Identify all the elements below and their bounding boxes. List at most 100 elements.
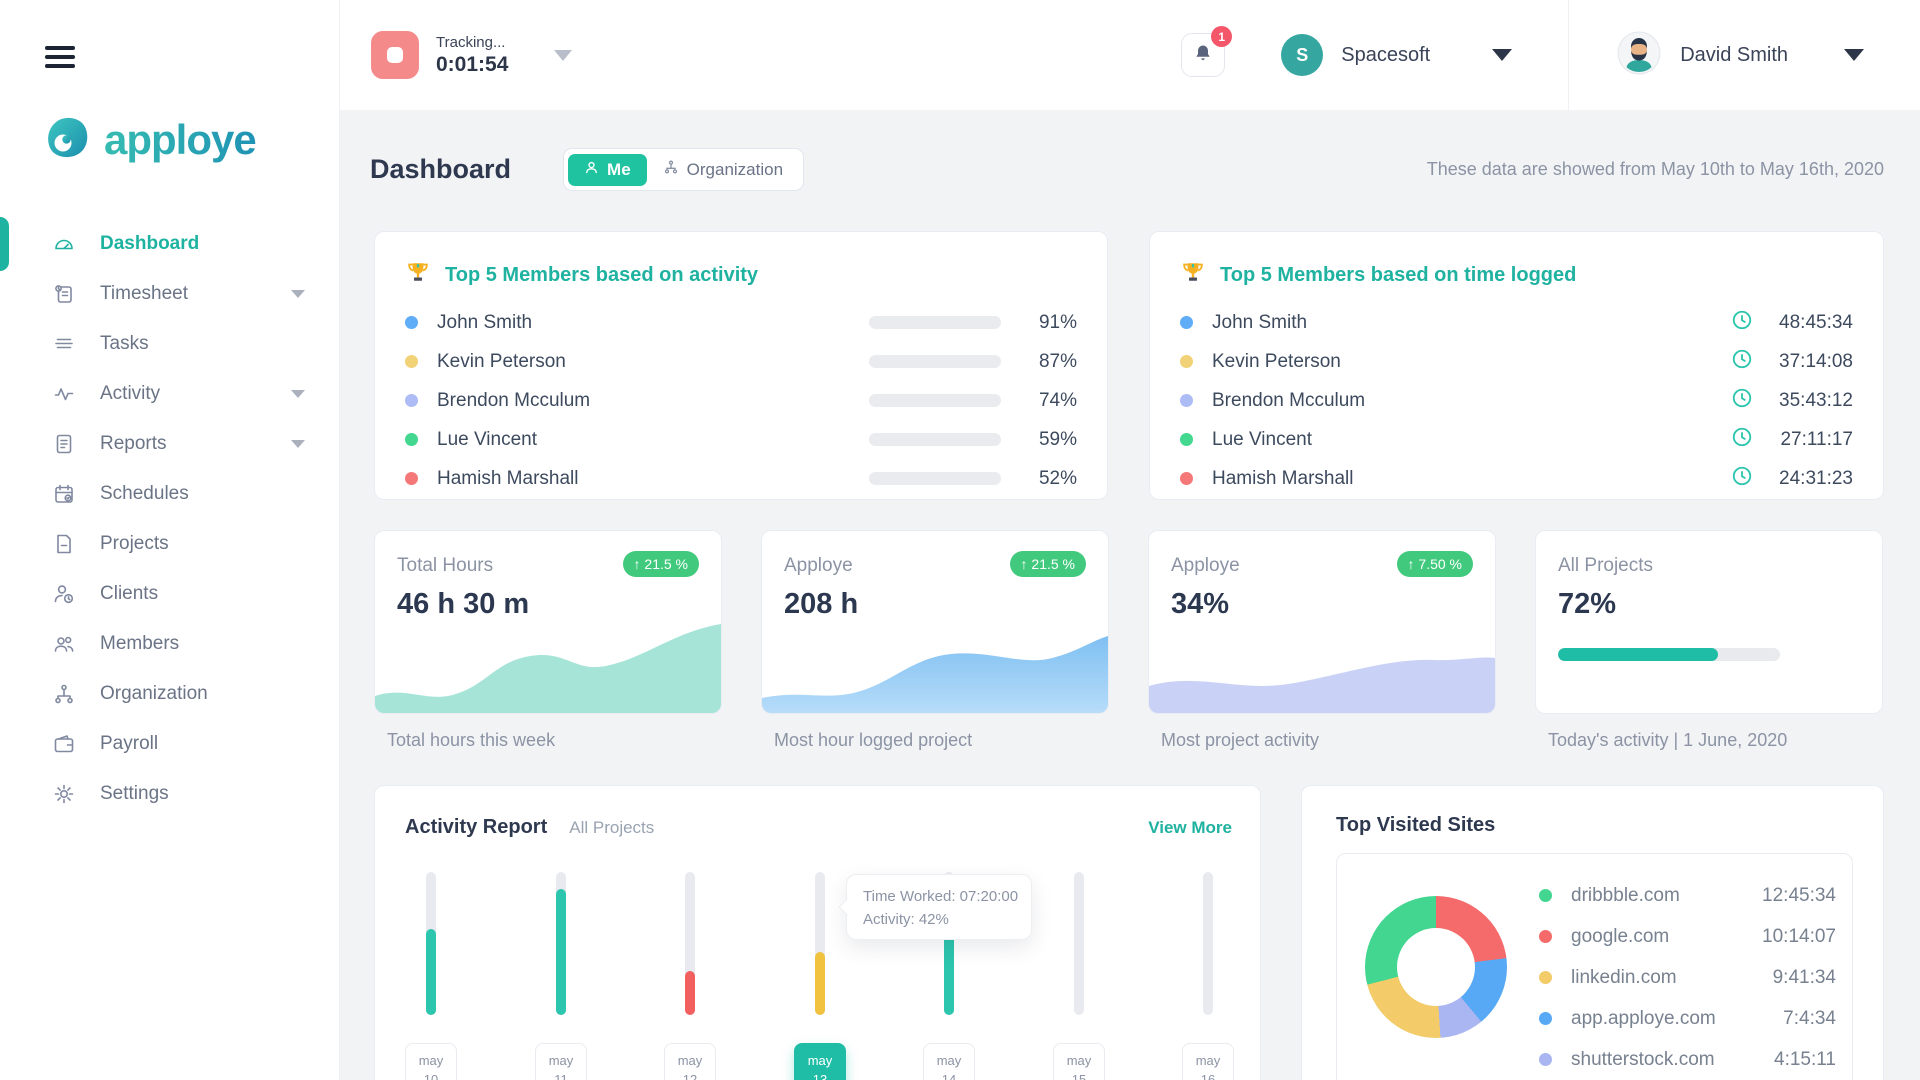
sidebar-item-tasks[interactable]: Tasks [0,319,339,369]
member-row: Hamish Marshall 52% [405,459,1077,498]
sites-legend: dribbble.com 12:45:34 google.com 10:14:0… [1539,875,1836,1080]
site-time: 7:4:34 [1783,1008,1836,1030]
top-visited-title: Top Visited Sites [1336,814,1853,837]
time-tracker-widget: Tracking... 0:01:54 [371,31,572,79]
sidebar-item-organization[interactable]: Organization [0,669,339,719]
stat-value: 72% [1558,588,1858,621]
view-more-link[interactable]: View More [1148,818,1232,838]
activity-bar-may15[interactable]: may15 [1053,872,1105,1080]
toggle-organization[interactable]: Organization [647,153,799,186]
member-dot [1180,472,1193,485]
stat-cards-row: Total Hours 46 h 30 m ↑ 21.5 % Apploye 2… [374,530,1884,714]
activity-bar-may10[interactable]: may10 [405,872,457,1080]
member-row: Kevin Peterson 87% [405,342,1077,381]
sidebar-item-label: Timesheet [100,283,188,305]
date-chip[interactable]: may11 [535,1043,587,1080]
stat-card-total-hours: Total Hours 46 h 30 m ↑ 21.5 % [374,530,722,714]
tracker-dropdown-caret-icon[interactable] [554,50,572,61]
workspace-dropdown-caret-icon[interactable] [1492,49,1512,61]
activity-bar-may12[interactable]: may12 [664,872,716,1080]
timesheet-icon [52,282,76,306]
member-dot [405,394,418,407]
member-name: Lue Vincent [437,429,869,451]
dashboard-icon [52,232,76,256]
activity-bar-may11[interactable]: may11 [535,872,587,1080]
stat-card-all-projects: All Projects 72% [1535,530,1883,714]
member-row: Kevin Peterson 37:14:08 [1180,342,1853,381]
member-row: Hamish Marshall 24:31:23 [1180,459,1853,498]
stat-caption: Today's activity | 1 June, 2020 [1535,730,1883,751]
member-dot [1180,355,1193,368]
date-chip[interactable]: may12 [664,1043,716,1080]
sidebar-item-schedules[interactable]: Schedules [0,469,339,519]
date-chip[interactable]: may16 [1182,1043,1234,1080]
site-name: linkedin.com [1571,967,1773,989]
date-chip[interactable]: may10 [405,1043,457,1080]
toggle-me[interactable]: Me [568,154,647,186]
clock-icon [1731,309,1753,336]
card-title: Top 5 Members based on activity [445,264,758,287]
workspace-avatar: S [1281,34,1323,76]
app-logo[interactable]: apploye [43,114,339,167]
member-row: Brendon Mcculum 74% [405,381,1077,420]
sidebar-item-timesheet[interactable]: Timesheet [0,269,339,319]
sparkline-wave [762,598,1108,713]
site-time: 10:14:07 [1762,926,1836,948]
stop-icon [387,47,403,63]
legend-row: dribbble.com 12:45:34 [1539,875,1836,916]
sidebar-item-label: Payroll [100,733,158,755]
member-dot [405,355,418,368]
sparkline-wave [1149,598,1495,713]
sidebar-item-activity[interactable]: Activity [0,369,339,419]
date-chip[interactable]: may15 [1053,1043,1105,1080]
activity-bar-may13[interactable]: may13 [794,872,846,1080]
notifications-button[interactable]: 1 [1181,33,1225,77]
date-chip[interactable]: may14 [923,1043,975,1080]
site-time: 9:41:34 [1773,967,1836,989]
logged-time: 27:11:17 [1753,429,1853,451]
legend-dot [1539,971,1552,984]
clock-icon [1731,387,1753,414]
clock-icon [1731,426,1753,453]
activity-bar-may16[interactable]: may16 [1182,872,1234,1080]
card-title: Top 5 Members based on time logged [1220,264,1576,287]
activity-progress-bar [869,433,1001,446]
sidebar-item-reports[interactable]: Reports [0,419,339,469]
sidebar-item-projects[interactable]: Projects [0,519,339,569]
activity-member-list: John Smith 91% Kevin Peterson 87% [405,303,1077,498]
user-avatar [1617,31,1661,80]
user-menu[interactable]: David Smith [1617,31,1864,80]
member-row: Brendon Mcculum 35:43:12 [1180,381,1853,420]
sidebar-item-label: Settings [100,783,169,805]
member-dot [405,316,418,329]
member-dot [1180,316,1193,329]
sidebar-item-dashboard[interactable]: Dashboard [0,219,339,269]
hamburger-menu-icon[interactable] [45,46,75,68]
chevron-down-icon[interactable] [291,390,305,398]
sidebar-item-label: Clients [100,583,158,605]
toggle-me-label: Me [607,160,631,180]
stat-card-most-activity-project: Apploye 34% ↑ 7.50 % [1148,530,1496,714]
sidebar-item-members[interactable]: Members [0,619,339,669]
sidebar-item-payroll[interactable]: Payroll [0,719,339,769]
projects-icon [52,532,76,556]
clock-icon [1731,465,1753,492]
settings-gear-icon [52,782,76,806]
user-dropdown-caret-icon[interactable] [1844,49,1864,61]
sidebar-item-label: Dashboard [100,233,199,255]
workspace-switcher[interactable]: S Spacesoft [1281,34,1512,76]
member-name: Hamish Marshall [437,468,869,490]
sidebar-item-clients[interactable]: Clients [0,569,339,619]
member-name: John Smith [437,312,869,334]
stat-caption: Most hour logged project [761,730,1109,751]
activity-icon [52,382,76,406]
app-root: apploye Dashboard Timesheet Tasks Activi… [0,0,1920,1080]
date-range-note: These data are showed from May 10th to M… [1427,159,1884,180]
sidebar-item-settings[interactable]: Settings [0,769,339,819]
bell-icon [1193,43,1213,68]
date-chip-selected[interactable]: may13 [794,1043,846,1080]
reports-icon [52,432,76,456]
stop-tracking-button[interactable] [371,31,419,79]
chevron-down-icon[interactable] [291,440,305,448]
chevron-down-icon[interactable] [291,290,305,298]
